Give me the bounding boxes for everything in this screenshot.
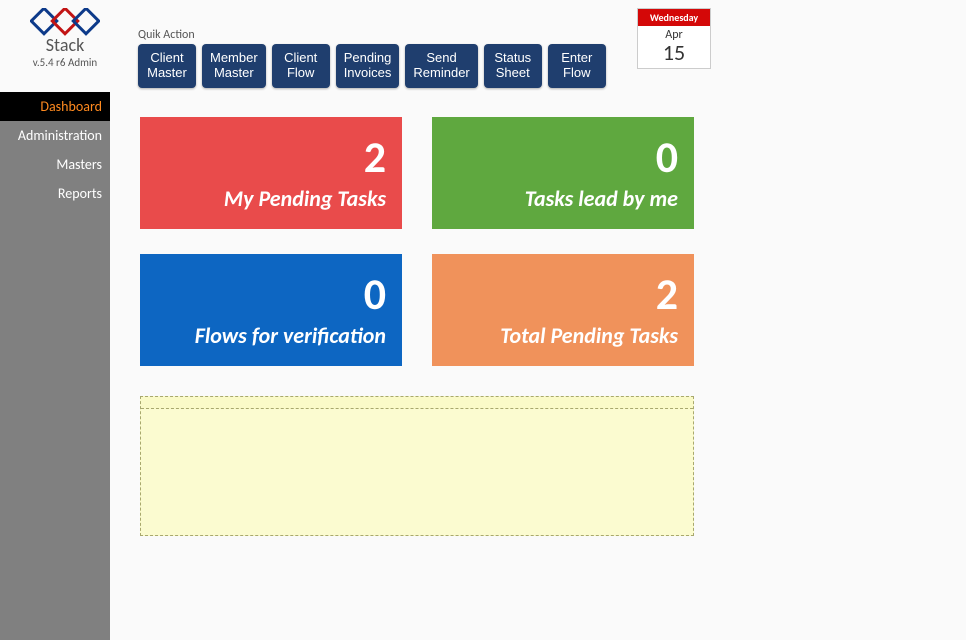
logo-icon: [30, 8, 100, 36]
card-label: Tasks lead by me: [525, 185, 678, 212]
client-flow-button[interactable]: Client Flow: [272, 44, 330, 88]
card-label: Flows for verification: [195, 322, 386, 349]
sidebar: Dashboard Administration Masters Reports: [0, 92, 110, 640]
sidebar-item-reports[interactable]: Reports: [0, 179, 110, 208]
main-content: 2 My Pending Tasks 0 Tasks lead by me 0 …: [110, 92, 966, 640]
sidebar-item-dashboard[interactable]: Dashboard: [0, 92, 110, 121]
card-tasks-lead-by-me[interactable]: 0 Tasks lead by me: [432, 117, 694, 229]
card-my-pending-tasks[interactable]: 2 My Pending Tasks: [140, 117, 402, 229]
sidebar-item-masters[interactable]: Masters: [0, 150, 110, 179]
card-value: 2: [656, 272, 678, 316]
date-day-number: 15: [638, 42, 710, 68]
card-value: 0: [364, 272, 386, 316]
app-header: Stack v.5.4 r6 Admin Quik Action Client …: [0, 0, 966, 92]
card-total-pending-tasks[interactable]: 2 Total Pending Tasks: [432, 254, 694, 366]
card-value: 2: [364, 135, 386, 179]
body-row: Dashboard Administration Masters Reports…: [0, 92, 966, 640]
member-master-button[interactable]: Member Master: [202, 44, 266, 88]
notes-panel: [140, 396, 694, 536]
app-version: v.5.4 r6 Admin: [10, 56, 120, 69]
quick-action-block: Quik Action Client Master Member Master …: [138, 28, 606, 88]
client-master-button[interactable]: Client Master: [138, 44, 196, 88]
card-flows-for-verification[interactable]: 0 Flows for verification: [140, 254, 402, 366]
send-reminder-button[interactable]: Send Reminder: [405, 44, 477, 88]
sidebar-item-administration[interactable]: Administration: [0, 121, 110, 150]
notes-body[interactable]: [141, 409, 693, 535]
quick-action-buttons: Client Master Member Master Client Flow …: [138, 44, 606, 88]
logo-block: Stack v.5.4 r6 Admin: [10, 8, 120, 69]
quick-action-label: Quik Action: [138, 28, 606, 42]
card-label: Total Pending Tasks: [500, 322, 678, 349]
card-value: 0: [656, 135, 678, 179]
enter-flow-button[interactable]: Enter Flow: [548, 44, 606, 88]
notes-header: [141, 397, 693, 409]
status-sheet-button[interactable]: Status Sheet: [484, 44, 542, 88]
date-widget: Wednesday Apr 15: [637, 8, 711, 69]
pending-invoices-button[interactable]: Pending Invoices: [336, 44, 400, 88]
app-name: Stack: [10, 34, 120, 56]
date-weekday: Wednesday: [638, 9, 710, 26]
dashboard-cards: 2 My Pending Tasks 0 Tasks lead by me 0 …: [140, 117, 936, 366]
card-label: My Pending Tasks: [224, 185, 386, 212]
